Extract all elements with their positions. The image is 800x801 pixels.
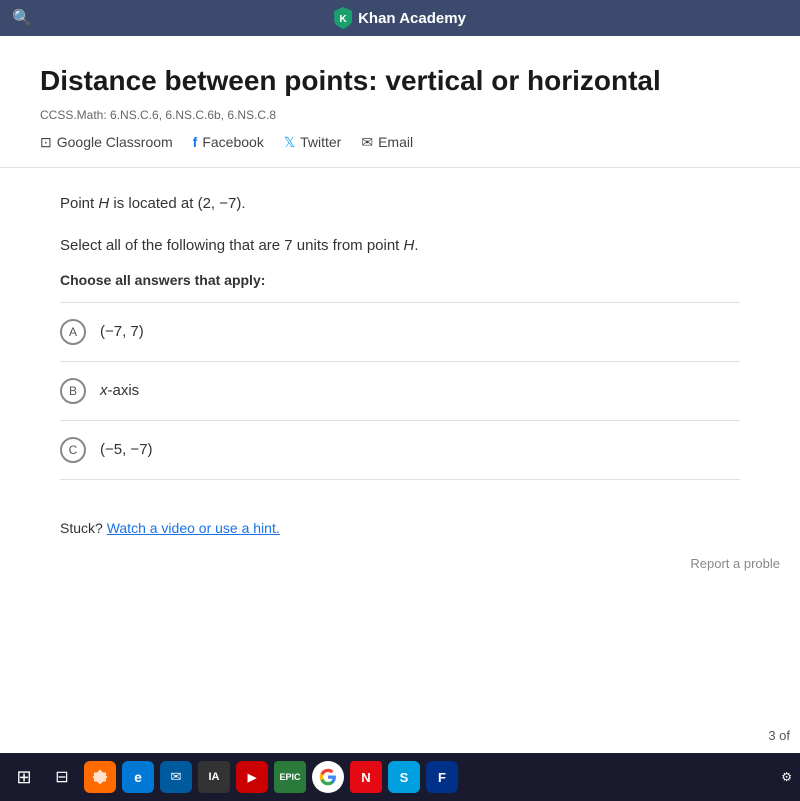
option-a-label: A — [69, 325, 77, 339]
option-a-text: (−7, 7) — [100, 323, 144, 340]
taskbar-search-icon[interactable] — [84, 761, 116, 793]
khan-logo: K Khan Academy — [334, 7, 466, 29]
report-area: Report a proble — [0, 556, 800, 579]
email-label: Email — [378, 134, 413, 150]
google-classroom-label: Google Classroom — [57, 134, 173, 150]
option-row-a[interactable]: A (−7, 7) — [60, 303, 740, 362]
question-area: Point H is located at (2, −7). Select al… — [0, 168, 800, 500]
option-b-label: B — [69, 384, 77, 398]
option-row-b[interactable]: B x-axis — [60, 362, 740, 421]
facebook-link[interactable]: f Facebook — [193, 134, 264, 150]
search-icon[interactable]: 🔍 — [12, 8, 32, 28]
email-icon: ✉ — [361, 134, 373, 151]
point-info: Point H is located at (2, −7). — [60, 192, 740, 216]
search-taskbar-icon — [91, 768, 109, 786]
email-link[interactable]: ✉ Email — [361, 134, 413, 151]
twitter-icon: 𝕏 — [284, 134, 295, 151]
mail-icon[interactable]: ✉ — [160, 761, 192, 793]
stuck-section: Stuck? Watch a video or use a hint. — [0, 500, 800, 556]
s-app-icon[interactable]: S — [388, 761, 420, 793]
page-header: Distance between points: vertical or hor… — [0, 36, 800, 168]
main-content: Distance between points: vertical or hor… — [0, 36, 800, 753]
ccss-label: CCSS.Math: 6.NS.C.6, 6.NS.C.6b, 6.NS.C.8 — [40, 108, 760, 122]
stuck-prefix: Stuck? — [60, 520, 103, 536]
option-circle-b[interactable]: B — [60, 378, 86, 404]
taskbar: ⊞ ⊟ e ✉ IA ▶ EPIC N S F ⚙ — [0, 753, 800, 801]
taskbar-settings-icon[interactable]: ⚙ — [781, 770, 792, 784]
google-classroom-link[interactable]: ⊡ Google Classroom — [40, 134, 173, 151]
facebook-label: Facebook — [202, 134, 263, 150]
option-c-label: C — [69, 443, 78, 457]
question-text: Select all of the following that are 7 u… — [60, 234, 740, 258]
option-b-text: x-axis — [100, 382, 139, 399]
page-counter: 3 of — [768, 728, 790, 743]
report-text[interactable]: Report a proble — [690, 556, 780, 571]
khan-name: Khan Academy — [358, 10, 466, 27]
stuck-link[interactable]: Watch a video or use a hint. — [107, 520, 280, 536]
khan-shield-icon: K — [334, 7, 352, 29]
google-classroom-icon: ⊡ — [40, 134, 52, 151]
page-counter-text: 3 of — [768, 728, 790, 743]
epic-icon[interactable]: EPIC — [274, 761, 306, 793]
svg-text:K: K — [339, 14, 347, 25]
taskbar-right: ⚙ — [781, 770, 792, 784]
netflix-icon[interactable]: N — [350, 761, 382, 793]
page-title: Distance between points: vertical or hor… — [40, 64, 760, 98]
option-circle-c[interactable]: C — [60, 437, 86, 463]
start-button[interactable]: ⊞ — [8, 761, 40, 793]
google-icon[interactable] — [312, 761, 344, 793]
edge-icon[interactable]: e — [122, 761, 154, 793]
options-container: A (−7, 7) B x-axis C (−5, −7) — [60, 302, 740, 480]
f-app-icon[interactable]: F — [426, 761, 458, 793]
choose-label: Choose all answers that apply: — [60, 272, 740, 288]
red-app-icon[interactable]: ▶ — [236, 761, 268, 793]
option-c-text: (−5, −7) — [100, 441, 153, 458]
facebook-icon: f — [193, 134, 198, 150]
option-row-c[interactable]: C (−5, −7) — [60, 421, 740, 480]
browser-bar: 🔍 K Khan Academy — [0, 0, 800, 36]
option-circle-a[interactable]: A — [60, 319, 86, 345]
share-bar: ⊡ Google Classroom f Facebook 𝕏 Twitter … — [40, 134, 760, 151]
twitter-label: Twitter — [300, 134, 341, 150]
google-logo-icon — [319, 768, 337, 786]
twitter-link[interactable]: 𝕏 Twitter — [284, 134, 342, 151]
taskbar-files-icon[interactable]: ⊟ — [46, 761, 78, 793]
ia-icon[interactable]: IA — [198, 761, 230, 793]
